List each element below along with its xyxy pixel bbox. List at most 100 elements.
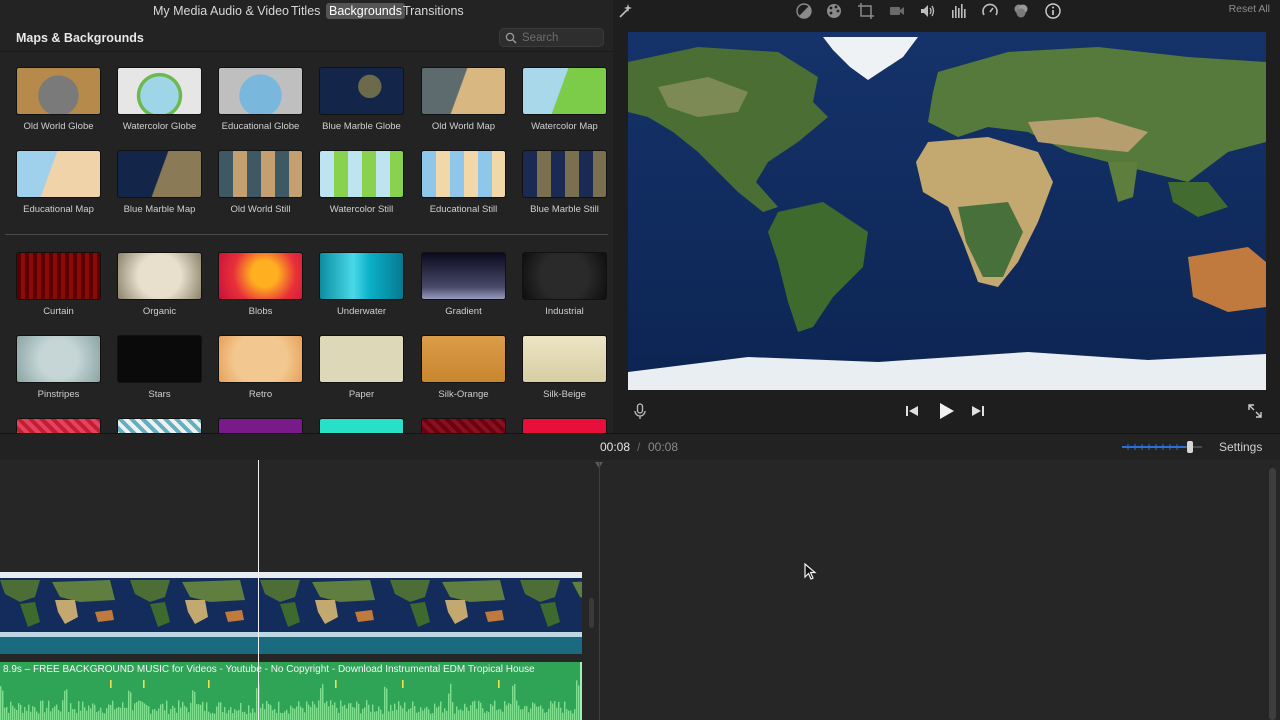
thumb-label: Curtain <box>43 306 74 317</box>
video-clip[interactable] <box>0 572 582 654</box>
crop-icon[interactable] <box>857 2 875 20</box>
thumb-educational-map[interactable] <box>16 150 101 198</box>
thumb-background[interactable] <box>218 418 303 433</box>
thumb-retro[interactable] <box>218 335 303 383</box>
zoom-slider[interactable] <box>1122 440 1202 454</box>
thumb-label: Old World Still <box>230 204 291 215</box>
search-icon <box>505 32 517 44</box>
search-input[interactable] <box>522 30 600 45</box>
magic-wand-icon[interactable] <box>616 2 634 20</box>
thumb-background[interactable] <box>16 418 101 433</box>
video-preview <box>628 32 1266 390</box>
skip-back-icon[interactable] <box>903 402 921 420</box>
mouse-cursor-icon <box>804 563 817 580</box>
browser-header: Maps & Backgrounds <box>0 24 613 52</box>
stabilization-icon[interactable] <box>888 2 906 20</box>
thumb-background[interactable] <box>319 418 404 433</box>
skip-forward-icon[interactable] <box>969 402 987 420</box>
thumb-label: Underwater <box>336 306 387 317</box>
thumb-old-world-map[interactable] <box>421 67 506 115</box>
thumb-educational-still[interactable] <box>421 150 506 198</box>
thumb-label: Educational Globe <box>221 121 300 132</box>
search-box[interactable] <box>499 28 604 47</box>
tab-audio-video[interactable]: Audio & Video <box>207 3 292 19</box>
thumb-background[interactable] <box>421 418 506 433</box>
thumb-watercolor-globe[interactable] <box>117 67 202 115</box>
thumb-label: Paper <box>348 389 375 400</box>
tab-transitions[interactable]: Transitions <box>400 3 467 19</box>
thumb-silk-beige[interactable] <box>522 335 607 383</box>
thumb-label: Watercolor Map <box>531 121 598 132</box>
thumb-background[interactable] <box>117 418 202 433</box>
info-icon[interactable] <box>1044 2 1062 20</box>
thumb-label: Pinstripes <box>37 389 80 400</box>
thumb-label: Old World Map <box>431 121 496 132</box>
thumb-old-world-globe[interactable] <box>16 67 101 115</box>
audio-clip-title: 8.9s – FREE BACKGROUND MUSIC for Videos … <box>3 664 535 675</box>
volume-icon[interactable] <box>919 2 937 20</box>
tab-backgrounds[interactable]: Backgrounds <box>326 3 405 19</box>
playhead[interactable] <box>258 460 259 720</box>
playback-controls <box>614 398 1280 424</box>
thumb-label: Organic <box>142 306 177 317</box>
settings-button[interactable]: Settings <box>1219 440 1262 454</box>
reset-all-button[interactable]: Reset All <box>1229 3 1270 15</box>
tab-my-media[interactable]: My Media <box>150 3 210 19</box>
play-icon[interactable] <box>936 401 956 421</box>
clip-frame <box>380 572 510 632</box>
equalizer-icon[interactable] <box>950 2 968 20</box>
thumb-industrial[interactable] <box>522 252 607 300</box>
thumb-label: Educational Still <box>429 204 498 215</box>
thumb-old-world-still[interactable] <box>218 150 303 198</box>
tab-titles[interactable]: Titles <box>288 3 323 19</box>
thumb-label: Stars <box>148 389 171 400</box>
thumb-stars[interactable] <box>117 335 202 383</box>
section-divider <box>5 234 608 235</box>
thumb-label: Educational Map <box>23 204 94 215</box>
thumb-background[interactable] <box>522 418 607 433</box>
thumb-label: Retro <box>248 389 273 400</box>
thumb-blue-marble-map[interactable] <box>117 150 202 198</box>
adjustments-toolbar: Reset All <box>614 0 1280 22</box>
clip-frame <box>120 572 250 632</box>
timeline-scrollbar[interactable] <box>1269 468 1276 720</box>
thumb-watercolor-still[interactable] <box>319 150 404 198</box>
thumb-label: Blue Marble Globe <box>322 121 401 132</box>
thumb-blue-marble-globe[interactable] <box>319 67 404 115</box>
clip-trim-handle[interactable] <box>589 598 594 628</box>
total-duration: 00:08 <box>648 440 679 454</box>
thumb-blobs[interactable] <box>218 252 303 300</box>
clip-filter-icon[interactable] <box>1012 2 1030 20</box>
thumb-pinstripes[interactable] <box>16 335 101 383</box>
audio-waveform <box>0 680 582 720</box>
speed-icon[interactable] <box>981 2 999 20</box>
color-correction-icon[interactable] <box>825 2 843 20</box>
thumb-underwater[interactable] <box>319 252 404 300</box>
timeline[interactable]: 8.9s – FREE BACKGROUND MUSIC for Videos … <box>0 460 1280 720</box>
browser-tabs: My Media Audio & Video Titles Background… <box>0 0 613 22</box>
microphone-icon[interactable] <box>631 402 649 420</box>
audio-clip[interactable]: 8.9s – FREE BACKGROUND MUSIC for Videos … <box>0 662 582 720</box>
thumb-organic[interactable] <box>117 252 202 300</box>
thumb-label: Gradient <box>445 306 482 317</box>
thumb-paper[interactable] <box>319 335 404 383</box>
thumb-blue-marble-still[interactable] <box>522 150 607 198</box>
thumb-educational-globe[interactable] <box>218 67 303 115</box>
audio-clip-edge[interactable] <box>580 662 582 720</box>
clip-base <box>0 637 582 654</box>
thumb-silk-orange[interactable] <box>421 335 506 383</box>
thumb-gradient[interactable] <box>421 252 506 300</box>
thumb-label: Blue Marble Map <box>123 204 196 215</box>
timeline-header: 00:08 / 00:08 Settings <box>0 434 1280 460</box>
thumb-label: Old World Globe <box>23 121 94 132</box>
thumb-curtain[interactable] <box>16 252 101 300</box>
clip-frame <box>250 572 380 632</box>
time-separator: / <box>637 440 641 454</box>
current-time: 00:08 <box>600 440 631 454</box>
fullscreen-icon[interactable] <box>1246 402 1264 420</box>
clip-frame <box>0 572 120 632</box>
zoom-slider-knob[interactable] <box>1187 441 1193 453</box>
color-balance-icon[interactable] <box>795 2 813 20</box>
content-browser: My Media Audio & Video Titles Background… <box>0 0 613 433</box>
thumb-watercolor-map[interactable] <box>522 67 607 115</box>
